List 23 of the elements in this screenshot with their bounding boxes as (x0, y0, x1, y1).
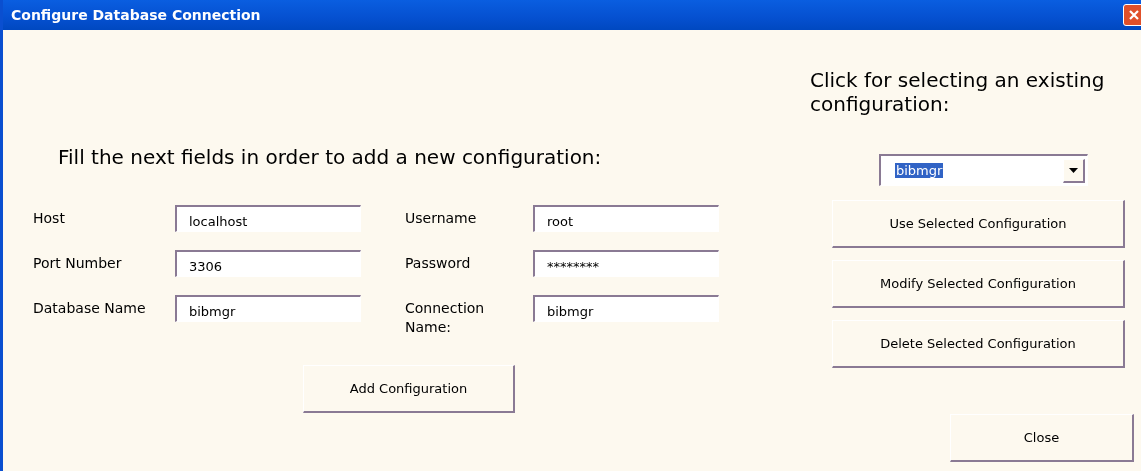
field-label: Port Number (33, 254, 123, 273)
field-label: Connection Name: (405, 299, 486, 337)
add-configuration-button[interactable]: Add Configuration (303, 365, 515, 413)
configuration-action-button[interactable]: Delete Selected Configuration (832, 320, 1125, 368)
input-field[interactable]: bibmgr (175, 295, 361, 322)
input-field[interactable]: localhost (175, 205, 361, 232)
close-button[interactable]: Close (950, 414, 1134, 462)
selection-heading: Click for selecting an existing configuration: (810, 68, 1106, 116)
field-label: Host (33, 209, 66, 228)
field-label: Username (405, 209, 478, 228)
form-heading: Fill the next fields in order to add a new configuration: (58, 145, 603, 169)
close-icon[interactable] (1123, 4, 1141, 26)
configuration-action-button[interactable]: Modify Selected Configuration (832, 260, 1125, 308)
input-field[interactable]: root (533, 205, 719, 232)
input-field[interactable]: ******** (533, 250, 719, 277)
field-label: Database Name (33, 299, 147, 318)
input-field[interactable]: 3306 (175, 250, 361, 277)
window-title: Configure Database Connection (11, 7, 261, 23)
input-field[interactable]: bibmgr (533, 295, 719, 322)
configuration-dropdown[interactable]: bibmgr (879, 154, 1088, 186)
field-label: Password (405, 254, 472, 273)
configuration-action-button[interactable]: Use Selected Configuration (832, 200, 1125, 248)
dropdown-caret-icon[interactable] (1063, 158, 1085, 183)
